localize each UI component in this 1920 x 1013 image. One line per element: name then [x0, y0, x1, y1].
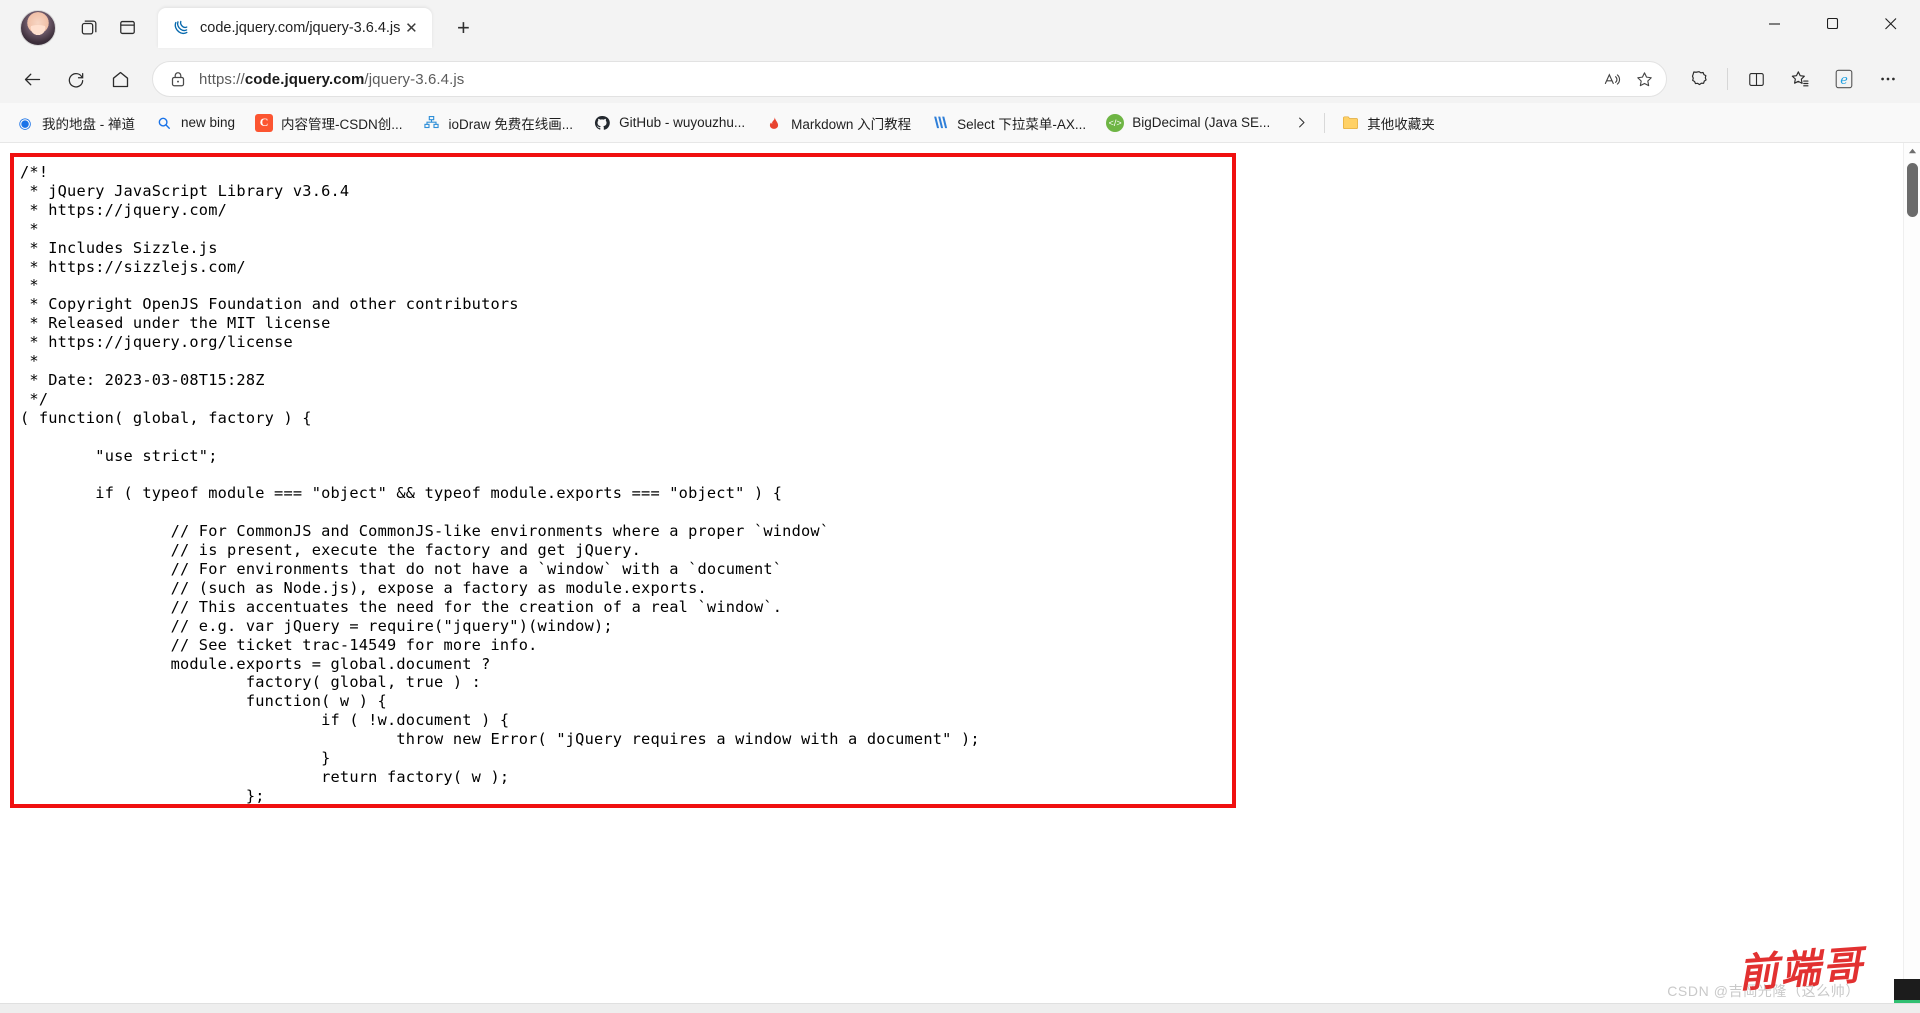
close-tab-icon[interactable]: ✕: [400, 17, 422, 39]
page-viewport: /*! * jQuery JavaScript Library v3.6.4 *…: [0, 143, 1920, 1013]
back-icon[interactable]: [12, 61, 52, 97]
tab-title: code.jquery.com/jquery-3.6.4.js: [200, 19, 401, 36]
bookmark-label: 其他收藏夹: [1367, 116, 1435, 132]
maximize-icon[interactable]: [1804, 0, 1862, 47]
scroll-up-arrow-icon[interactable]: [1904, 143, 1920, 160]
toolbar-divider: [1727, 68, 1728, 90]
bookmark-label: new bing: [181, 115, 236, 130]
minimize-icon[interactable]: [1746, 0, 1804, 47]
window-controls: [1746, 0, 1920, 47]
window-bottom-strip: [0, 1003, 1920, 1013]
author-seal-stamp: 前端哥: [1736, 941, 1866, 998]
axure-icon: [931, 114, 949, 132]
settings-and-more-icon[interactable]: [1868, 61, 1908, 97]
refresh-icon[interactable]: [56, 61, 96, 97]
source-code-text: /*! * jQuery JavaScript Library v3.6.4 *…: [20, 163, 980, 805]
iodraw-icon: [423, 114, 441, 132]
bookmark-label: ioDraw 免费在线画...: [448, 116, 574, 132]
bookmark-item-markdown[interactable]: Markdown 入门教程: [757, 109, 919, 137]
profile-avatar[interactable]: [20, 9, 56, 46]
bookmark-label: BigDecimal (Java SE...: [1132, 115, 1271, 130]
bookmark-item-new-bing[interactable]: new bing: [147, 109, 243, 137]
tab-strip: code.jquery.com/jquery-3.6.4.js ✕ +: [0, 0, 1920, 55]
jquery-logo-icon: [172, 19, 190, 37]
navigation-toolbar: https://code.jquery.com/jquery-3.6.4.js: [0, 55, 1920, 103]
folder-icon: [1341, 114, 1359, 132]
new-tab-button[interactable]: +: [446, 11, 480, 45]
bookmark-item-zentao[interactable]: ◉ 我的地盘 - 禅道: [8, 109, 143, 137]
bookmark-item-axure[interactable]: Select 下拉菜单-AX...: [923, 109, 1094, 137]
bookmarks-separator: [1324, 112, 1326, 133]
flame-icon: [765, 114, 783, 132]
java-doc-icon: </>: [1106, 113, 1125, 132]
highlight-annotation-box: /*! * jQuery JavaScript Library v3.6.4 *…: [10, 153, 1236, 808]
home-icon[interactable]: [100, 61, 140, 97]
bookmark-item-bigdecimal[interactable]: </> BigDecimal (Java SE...: [1098, 109, 1278, 137]
bookmarks-bar: ◉ 我的地盘 - 禅道 new bing C 内容管理-CSDN创... ioD…: [0, 103, 1920, 143]
search-icon: [155, 114, 173, 132]
zentao-icon: ◉: [18, 114, 32, 132]
collections-icon[interactable]: [1679, 61, 1719, 97]
bookmark-label: Markdown 入门教程: [791, 116, 912, 132]
site-information-lock-icon[interactable]: [167, 71, 189, 87]
scrollbar-thumb[interactable]: [1907, 163, 1918, 217]
favorites-icon[interactable]: [1780, 61, 1820, 97]
bookmark-label: Select 下拉菜单-AX...: [957, 116, 1087, 132]
address-bar[interactable]: https://code.jquery.com/jquery-3.6.4.js: [152, 61, 1667, 97]
read-aloud-icon[interactable]: [1596, 64, 1628, 94]
bookmark-label: 内容管理-CSDN创...: [281, 116, 403, 132]
bookmark-label: GitHub - wuyouzhu...: [619, 115, 746, 130]
svg-text:e: e: [1840, 73, 1848, 88]
close-window-icon[interactable]: [1862, 0, 1920, 47]
source-view-container: /*! * jQuery JavaScript Library v3.6.4 *…: [10, 153, 1884, 971]
address-bar-url: https://code.jquery.com/jquery-3.6.4.js: [199, 70, 465, 88]
tab-actions-menu-icon[interactable]: [70, 11, 108, 45]
split-screen-icon[interactable]: [108, 11, 146, 45]
internet-explorer-mode-icon[interactable]: e: [1824, 61, 1864, 97]
bookmark-item-iodraw[interactable]: ioDraw 免费在线画...: [415, 109, 582, 137]
bookmark-label: 我的地盘 - 禅道: [42, 116, 135, 132]
bookmarks-overflow-chevron-icon[interactable]: [1288, 109, 1314, 137]
favorite-star-icon[interactable]: [1628, 64, 1660, 94]
bookmark-item-csdn[interactable]: C 内容管理-CSDN创...: [247, 109, 411, 137]
csdn-icon: C: [255, 113, 274, 132]
github-icon: [593, 114, 611, 132]
page-scrollbar[interactable]: [1903, 143, 1920, 1013]
bookmark-item-github[interactable]: GitHub - wuyouzhu...: [585, 109, 753, 137]
browser-tab[interactable]: code.jquery.com/jquery-3.6.4.js ✕: [158, 7, 433, 48]
split-screen-toolbar-icon[interactable]: [1736, 61, 1776, 97]
bookmark-folder-other-favorites[interactable]: 其他收藏夹: [1333, 109, 1443, 137]
